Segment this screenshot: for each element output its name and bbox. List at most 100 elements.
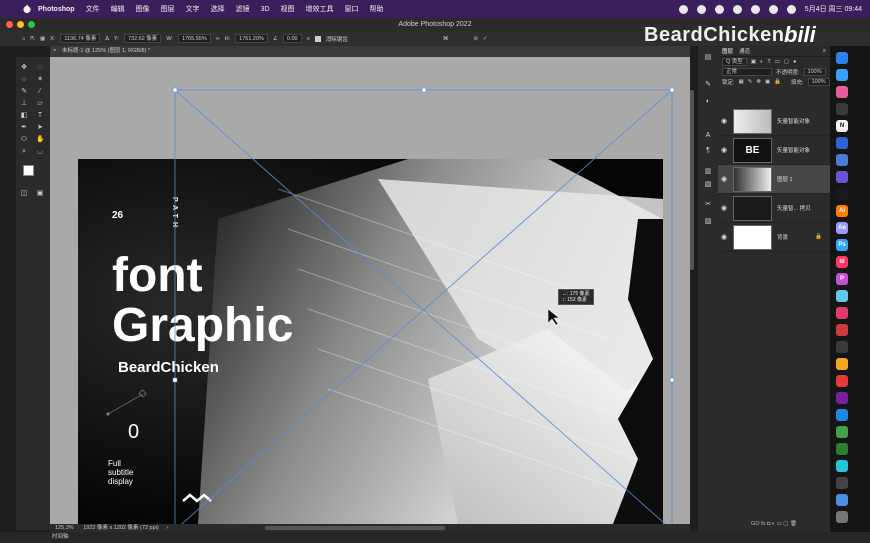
dock-app-icon[interactable] — [836, 409, 848, 421]
move-tool-icon[interactable]: ✥ — [20, 64, 28, 72]
glyphs-panel-icon[interactable] — [704, 223, 712, 231]
wechat-icon[interactable] — [696, 4, 706, 14]
tab-layers[interactable]: 图层 — [722, 47, 733, 55]
menu-filter[interactable]: 滤镜 — [236, 4, 250, 14]
dock-app-icon[interactable] — [836, 460, 848, 472]
path-select-icon[interactable]: ➤ — [36, 124, 44, 132]
close-window-button[interactable] — [6, 21, 13, 28]
dock-app-icon[interactable] — [836, 324, 848, 336]
screen-mode-icon[interactable]: ▣ — [36, 190, 44, 198]
lock-paint-icon[interactable]: ✎ — [748, 79, 753, 85]
filter-toggle-icon[interactable]: ● — [793, 59, 796, 65]
stamp-tool-icon[interactable]: ⊥ — [20, 100, 28, 108]
commit-transform-icon[interactable]: ✓ — [483, 36, 488, 42]
dock-app-icon[interactable]: Ai — [836, 205, 848, 217]
dock-app-icon[interactable] — [836, 103, 848, 115]
canvas-horizontal-scrollbar[interactable] — [265, 526, 445, 530]
apple-icon[interactable] — [22, 4, 32, 14]
tab-channels[interactable]: 通道 — [739, 47, 750, 55]
layers-panel-footer[interactable]: GO fx ◘ ◐ ▭ ▢ 🗑 — [718, 521, 830, 530]
menu-type[interactable]: 文字 — [186, 4, 200, 14]
layer-filter-select[interactable]: Q 类型 — [722, 58, 747, 66]
foreground-color-swatch[interactable] — [23, 165, 34, 176]
menu-help[interactable]: 帮助 — [370, 4, 384, 14]
visibility-eye-icon[interactable]: ◉ — [718, 175, 730, 183]
dock-app-icon[interactable] — [836, 375, 848, 387]
menu-view[interactable]: 视图 — [281, 4, 295, 14]
lock-artboard-icon[interactable]: ▣ — [765, 79, 770, 85]
height-field[interactable]: 1761.20% — [235, 34, 268, 43]
libraries-panel-icon[interactable]: ▧ — [704, 181, 712, 189]
eraser-tool-icon[interactable]: ▱ — [36, 100, 44, 108]
reference-point-icon[interactable]: ▦ — [40, 36, 45, 42]
layer-row[interactable]: ◉ 矢量智... 拷贝 — [718, 194, 830, 223]
layer-row[interactable]: ◉ 背景 🔒 — [718, 223, 830, 252]
lock-all-icon[interactable]: 🔒 — [774, 79, 781, 85]
lasso-tool-icon[interactable]: ○ — [20, 76, 28, 84]
hand-tool-icon[interactable]: ✋ — [36, 136, 45, 144]
gradient-tool-icon[interactable]: ◧ — [20, 112, 28, 120]
dock-app-icon[interactable] — [836, 188, 848, 200]
filter-adjust-icon[interactable]: ◐ — [760, 59, 763, 65]
dock-app-icon[interactable] — [836, 392, 848, 404]
brush-tool-icon[interactable]: ⁄ — [36, 88, 44, 96]
home-icon[interactable]: ⌂ — [22, 36, 25, 42]
dock-app-icon[interactable] — [836, 69, 848, 81]
clock[interactable]: 5月4日 周三 09:44 — [805, 4, 862, 14]
lock-position-icon[interactable]: ✥ — [756, 79, 761, 85]
angle-field[interactable]: 0.00 — [282, 34, 302, 43]
menu-layer[interactable]: 图层 — [161, 4, 175, 14]
zoom-tool-icon[interactable]: ⌕ — [20, 148, 28, 156]
warp-icon[interactable]: ⌘ — [443, 36, 449, 42]
dock-app-icon[interactable] — [836, 494, 848, 506]
layer-row[interactable]: ◉ BE 矢量智能对象 — [718, 136, 830, 165]
dock-app-icon[interactable] — [836, 426, 848, 438]
dock-app-icon[interactable] — [836, 358, 848, 370]
dock-app-icon[interactable] — [836, 137, 848, 149]
filter-shape-icon[interactable]: ▭ — [775, 59, 780, 65]
eyedropper-icon[interactable]: ✎ — [20, 88, 28, 96]
zoom-window-button[interactable] — [28, 21, 35, 28]
filter-type-icon[interactable]: T — [767, 59, 770, 65]
y-field[interactable]: 732.62 像素 — [123, 34, 162, 43]
blend-mode-select[interactable]: 正常 — [722, 68, 772, 76]
dock-app-icon[interactable] — [836, 511, 848, 523]
marquee-tool-icon[interactable]: ◌ — [36, 64, 44, 72]
dock-app-icon[interactable] — [836, 477, 848, 489]
visibility-eye-icon[interactable]: ◉ — [718, 146, 730, 154]
type-tool-icon[interactable]: T — [36, 112, 44, 120]
dock-app-icon[interactable]: Ae — [836, 222, 848, 234]
close-tab-icon[interactable]: × — [53, 46, 56, 57]
dock-app-icon[interactable]: Id — [836, 256, 848, 268]
dock-app-icon[interactable] — [836, 290, 848, 302]
transform-tool-icon[interactable]: ⇱ — [30, 36, 35, 42]
brush-panel-icon[interactable]: ✎ — [704, 81, 712, 89]
menu-edit[interactable]: 编辑 — [111, 4, 125, 14]
filter-smart-icon[interactable]: ▢ — [784, 59, 789, 65]
ellipse-tool-icon[interactable]: ⬭ — [20, 136, 28, 144]
pen-tool-icon[interactable]: ✒ — [20, 124, 28, 132]
minimize-window-button[interactable] — [17, 21, 24, 28]
layer-row-selected[interactable]: ◉ 图层 1 — [718, 165, 830, 194]
status-menu-arrow[interactable]: › — [166, 525, 168, 531]
menu-select[interactable]: 选择 — [211, 4, 225, 14]
wifi-icon[interactable] — [750, 4, 760, 14]
menu-image[interactable]: 图像 — [136, 4, 150, 14]
dock-app-icon[interactable] — [836, 341, 848, 353]
control-center-icon[interactable] — [786, 4, 796, 14]
dock-app-icon[interactable] — [836, 52, 848, 64]
panel-menu-icon[interactable]: ≡ — [823, 48, 826, 54]
menu-plugins[interactable]: 增效工具 — [306, 4, 334, 14]
input-method-icon[interactable] — [732, 4, 742, 14]
visibility-eye-icon[interactable]: ◉ — [718, 117, 730, 125]
record-icon[interactable] — [678, 4, 688, 14]
menu-file[interactable]: 文件 — [86, 4, 100, 14]
delta-icon[interactable]: Δ — [105, 36, 109, 42]
antialias-checkbox[interactable] — [314, 35, 321, 42]
fill-field[interactable]: 100% — [807, 78, 830, 86]
tools-panel-icon[interactable]: ✂ — [704, 201, 712, 209]
dock-app-icon[interactable] — [836, 307, 848, 319]
width-field[interactable]: 1765.55% — [177, 34, 211, 43]
dock-app-icon[interactable]: Ps — [836, 239, 848, 251]
properties-panel-icon[interactable]: ▥ — [704, 168, 712, 176]
